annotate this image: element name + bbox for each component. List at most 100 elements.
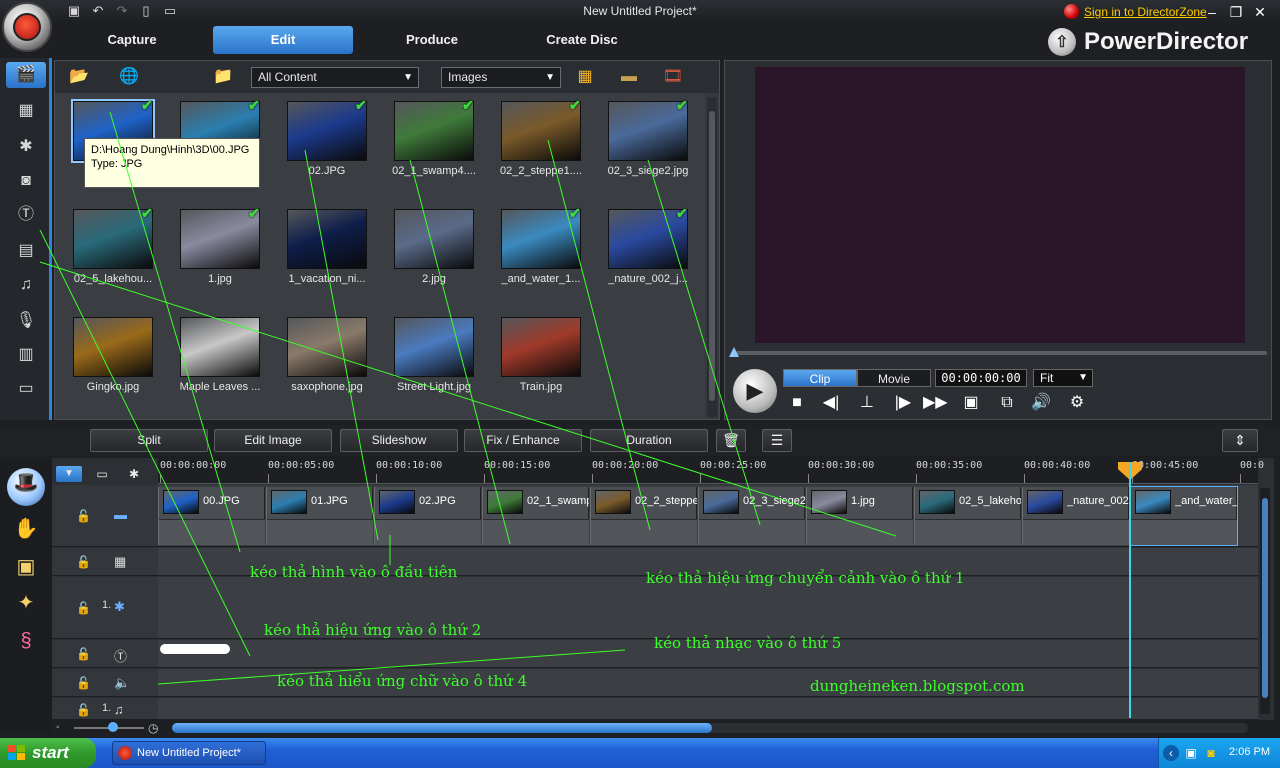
lock-icon[interactable]: 🔓 bbox=[76, 509, 91, 523]
security-icon[interactable]: ◙ bbox=[1203, 745, 1219, 761]
restore-icon[interactable]: ❐ bbox=[1226, 3, 1246, 21]
movie-mode-button[interactable]: Movie bbox=[857, 369, 931, 387]
media-thumbnail[interactable]: ✔ 02_1_swamp4.... bbox=[386, 95, 482, 195]
undo-icon[interactable]: ↶ bbox=[90, 3, 106, 19]
music-track-lane[interactable] bbox=[158, 698, 1258, 720]
effect-room-icon[interactable]: ✱ bbox=[10, 134, 42, 160]
next-frame-icon[interactable]: |▶ bbox=[891, 393, 915, 413]
magic-motion-icon[interactable]: § bbox=[10, 626, 42, 656]
media-thumbnail[interactable]: ✔ 1.jpg bbox=[172, 203, 268, 303]
split-marker-icon[interactable]: ⊥ bbox=[855, 393, 879, 413]
tab-create-disc[interactable]: Create Disc bbox=[512, 26, 652, 54]
import-media-icon[interactable]: 📂 bbox=[65, 67, 93, 87]
library-scrollbar[interactable] bbox=[707, 97, 717, 417]
media-thumbnail[interactable]: ✔ 02_2_steppe1.... bbox=[493, 95, 589, 195]
timecode-display[interactable]: 00:00:00:00 bbox=[935, 369, 1027, 387]
media-thumbnail[interactable]: saxophone.jpg bbox=[279, 311, 375, 411]
timeline-clip[interactable]: 02_2_steppe bbox=[590, 487, 697, 545]
open-project-icon[interactable]: ▭ bbox=[162, 3, 178, 19]
transition-room-icon[interactable]: ▦ bbox=[10, 98, 42, 124]
timeline-horizontal-scrollbar[interactable] bbox=[172, 723, 1248, 733]
clip-mode-button[interactable]: Clip bbox=[783, 369, 857, 387]
start-button[interactable]: start bbox=[0, 738, 96, 768]
track-manager-icon[interactable]: ⇕ bbox=[1222, 429, 1258, 452]
chapter-room-icon[interactable]: ▤ bbox=[10, 238, 42, 264]
sort-grid-icon[interactable]: ▦ bbox=[571, 67, 599, 87]
duration-button[interactable]: Duration bbox=[590, 429, 708, 452]
library-menu-icon[interactable]: 📁 bbox=[209, 67, 237, 87]
media-thumbnail[interactable]: ✔ 02_3_siege2.jpg bbox=[600, 95, 696, 195]
subtitle-room-icon[interactable]: ▥ bbox=[10, 342, 42, 368]
media-thumbnail[interactable]: Street Light.jpg bbox=[386, 311, 482, 411]
content-filter-select[interactable]: All Content ▼ bbox=[251, 67, 419, 88]
lock-icon[interactable]: 🔓 bbox=[76, 676, 91, 690]
add-to-timeline-icon[interactable]: 🎞 bbox=[659, 67, 687, 87]
title-clip[interactable] bbox=[160, 644, 230, 654]
minimize-icon[interactable]: – bbox=[1202, 3, 1222, 21]
download-media-icon[interactable]: 🌐 bbox=[115, 67, 143, 87]
zoom-fit-select[interactable]: Fit ▼ bbox=[1033, 369, 1093, 387]
app-logo-icon[interactable] bbox=[2, 2, 52, 52]
timeline-clip[interactable]: 1.jpg bbox=[806, 487, 913, 545]
expand-tray-icon[interactable]: ‹ bbox=[1163, 745, 1179, 761]
snapshot-icon[interactable]: ▣ bbox=[959, 393, 983, 413]
timeline-clip[interactable]: 02_3_siege2 bbox=[698, 487, 805, 545]
stop-icon[interactable]: ■ bbox=[785, 393, 809, 413]
pip-room-icon[interactable]: ◙ bbox=[10, 168, 42, 194]
tab-produce[interactable]: Produce bbox=[362, 26, 502, 54]
timeline-clip[interactable]: _and_water_ bbox=[1129, 486, 1238, 546]
video-track-lane[interactable]: 00.JPG 01.JPG 02.JPG 02_1_swamp 02_2_steppe 0… bbox=[158, 485, 1258, 547]
delete-icon[interactable]: 🗑 bbox=[716, 429, 746, 452]
timeline-clip[interactable]: 02.JPG bbox=[374, 487, 481, 545]
new-project-icon[interactable]: ▯ bbox=[138, 3, 154, 19]
tab-edit[interactable]: Edit bbox=[213, 26, 353, 54]
zoom-slider-handle[interactable] bbox=[108, 722, 118, 732]
edit-image-button[interactable]: Edit Image bbox=[214, 429, 332, 452]
screen-room-icon[interactable]: ▭ bbox=[10, 376, 42, 402]
tab-capture[interactable]: Capture bbox=[62, 26, 202, 54]
timeline-clip[interactable]: 02_5_lakeho bbox=[914, 487, 1021, 545]
timeline-ruler[interactable]: 00:00:00:00 00:00:05:00 00:00:10:00 00:00:1… bbox=[158, 458, 1264, 484]
taskbar-app-item[interactable]: New Untitled Project* bbox=[112, 741, 266, 765]
fast-forward-icon[interactable]: ▶▶ bbox=[923, 393, 948, 413]
undock-icon[interactable]: ⧉ bbox=[995, 393, 1019, 413]
split-button[interactable]: Split bbox=[90, 429, 208, 452]
zoom-out-icon[interactable]: ◦ bbox=[56, 722, 60, 733]
media-thumbnail[interactable]: 1_vacation_ni... bbox=[279, 203, 375, 303]
timeline-clip[interactable]: _nature_002 bbox=[1022, 487, 1129, 545]
redo-icon[interactable]: ↷ bbox=[114, 3, 130, 19]
lock-icon[interactable]: 🔓 bbox=[76, 555, 91, 569]
timeline-clip[interactable]: 00.JPG bbox=[158, 487, 265, 545]
storyboard-view-icon[interactable]: ▭ bbox=[90, 466, 114, 482]
media-thumbnail[interactable]: ✔ 02.JPG bbox=[279, 95, 375, 195]
media-thumbnail[interactable]: Train.jpg bbox=[493, 311, 589, 411]
close-icon[interactable]: ✕ bbox=[1250, 3, 1270, 21]
magic-wand-icon[interactable]: 🎩 bbox=[7, 468, 45, 506]
timeline-vertical-scrollbar[interactable] bbox=[1260, 488, 1270, 714]
signin-link[interactable]: Sign in to DirectorZone bbox=[1084, 5, 1207, 19]
timeline-clip[interactable]: 01.JPG bbox=[266, 487, 373, 545]
slideshow-button[interactable]: Slideshow bbox=[340, 429, 458, 452]
save-icon[interactable]: ▣ bbox=[66, 3, 82, 19]
zoom-in-icon[interactable]: ◷ bbox=[148, 721, 158, 735]
storyboard-icon[interactable]: ▬ bbox=[615, 67, 643, 87]
lock-icon[interactable]: 🔓 bbox=[76, 601, 91, 615]
title-room-icon[interactable]: Ⓣ bbox=[10, 202, 42, 228]
magic-cut-icon[interactable]: ✦ bbox=[10, 588, 42, 618]
timeline-clip[interactable]: 02_1_swamp bbox=[482, 487, 589, 545]
audio-mixing-room-icon[interactable]: ♫ bbox=[10, 272, 42, 298]
lock-icon[interactable]: 🔓 bbox=[76, 647, 91, 661]
seek-bar[interactable] bbox=[731, 351, 1267, 355]
media-thumbnail[interactable]: ✔ _and_water_1... bbox=[493, 203, 589, 303]
media-thumbnail[interactable]: ✔ _nature_002_j... bbox=[600, 203, 696, 303]
play-button[interactable]: ▶ bbox=[733, 369, 777, 413]
lock-icon[interactable]: 🔓 bbox=[76, 703, 91, 717]
fit-timeline-icon[interactable]: ✱ bbox=[122, 466, 146, 482]
media-type-select[interactable]: Images ▼ bbox=[441, 67, 561, 88]
media-thumbnail[interactable]: Maple Leaves ... bbox=[172, 311, 268, 411]
media-thumbnail[interactable]: Gingko.jpg bbox=[65, 311, 161, 411]
more-features-icon[interactable]: ☰ bbox=[762, 429, 792, 452]
media-thumbnail[interactable]: ✔ 02_5_lakehou... bbox=[65, 203, 161, 303]
hand-tool-icon[interactable]: ✋ bbox=[10, 514, 42, 544]
media-room-icon[interactable]: 🎬 bbox=[6, 62, 46, 88]
